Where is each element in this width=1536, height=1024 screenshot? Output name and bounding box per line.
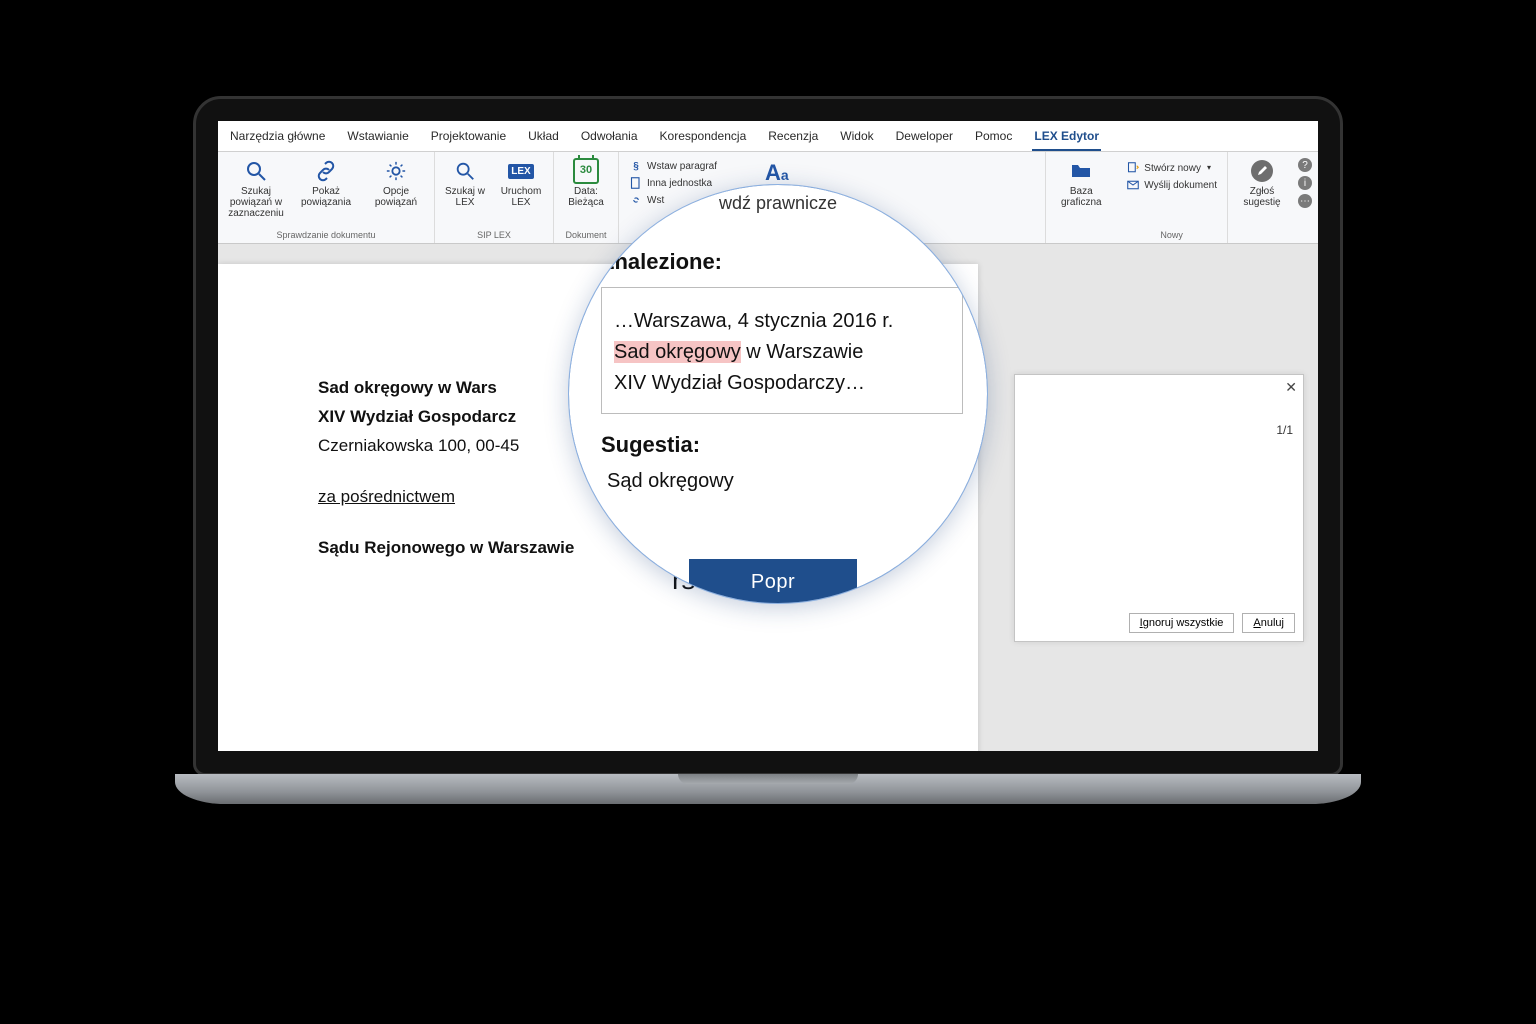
tab-wstawianie[interactable]: Wstawianie [345,125,410,151]
help-icon[interactable]: ? [1298,158,1312,172]
folder-icon [1068,158,1094,184]
link-icon [313,158,339,184]
btn-szukaj-powiazan-label: Szukaj powiązań w zaznaczeniu [226,186,286,219]
btn-uruchom-lex[interactable]: LEX Uruchom LEX [495,156,547,210]
btn-inna-jednostka-label: Inna jednostka [647,178,712,189]
info-icon[interactable]: i [1298,176,1312,190]
magnifier-header-fragment: wdź prawnicze [568,193,988,214]
btn-opcje-powiazan-label: Opcje powiązań [366,186,426,208]
magnifier-overlay: wdź prawnicze Znalezione: …Warszawa, 4 s… [568,184,988,604]
btn-anuluj[interactable]: Anuluj [1242,613,1295,633]
correction-count: 1/1 [1276,423,1293,437]
laptop-mockup: Narzędzia główne Wstawianie Projektowani… [175,96,1361,816]
btn-pokaz-powiazania-label: Pokaż powiązania [296,186,356,208]
group-label-nowy: Nowy [1160,228,1183,241]
btn-ignoruj-wszystkie[interactable]: Ignoruj wszystkie [1129,613,1235,633]
group-label-sprawdzanie: Sprawdzanie dokumentu [276,228,375,241]
highlighted-error: Sad okręgowy [614,341,741,363]
btn-baza-graficzna-label: Baza graficzna [1053,186,1109,208]
context-line-2: Sad okręgowy w Warszawie [614,337,950,368]
paragraph-icon: § [629,159,643,173]
ribbon-tabs: Narzędzia główne Wstawianie Projektowani… [218,121,1318,152]
znalezione-context-box: …Warszawa, 4 stycznia 2016 r. Sad okręgo… [601,287,963,414]
tab-pomoc[interactable]: Pomoc [973,125,1014,151]
tab-deweloper[interactable]: Deweloper [894,125,955,151]
ribbon-group-sprawdzanie: Szukaj powiązań w zaznaczeniu Pokaż powi… [218,152,435,243]
tab-widok[interactable]: Widok [838,125,875,151]
search-icon [452,158,478,184]
tab-odwolania[interactable]: Odwołania [579,125,640,151]
btn-wstaw-paragraf-label: Wstaw paragraf [647,161,717,172]
context-line-1: …Warszawa, 4 stycznia 2016 r. [614,306,950,337]
sugestia-label: Sugestia: [601,432,963,458]
znalezione-label: Znalezione: [601,249,963,275]
tab-lex-edytor[interactable]: LEX Edytor [1032,125,1101,151]
btn-uruchom-lex-label: Uruchom LEX [497,186,545,208]
sugestia-value: Sąd okręgowy [601,470,963,493]
correction-panel: ✕ 1/1 Ignoruj wszystkie Anuluj [1014,374,1304,642]
ribbon-group-nowy: Stwórz nowy ▾ Wyślij dokument Nowy [1116,152,1228,243]
btn-wyslij-dokument[interactable]: Wyślij dokument [1122,177,1221,193]
ribbon-group-sugestie: Zgłoś sugestię [1228,152,1296,243]
btn-wstaw-paragraf[interactable]: § Wstaw paragraf [625,158,721,174]
btn-wyslij-dokument-label: Wyślij dokument [1144,180,1217,191]
btn-inna-jednostka[interactable]: Inna jednostka [625,175,721,191]
tab-projektowanie[interactable]: Projektowanie [429,125,508,151]
btn-zglos-sugestie[interactable]: Zgłoś sugestię [1234,156,1290,210]
tab-narzedzia[interactable]: Narzędzia główne [228,125,327,151]
font-style-icon[interactable]: Aa [765,156,789,186]
ribbon-group-baza: Baza graficzna [1046,152,1116,243]
chevron-down-icon: ▾ [1207,164,1211,173]
calendar-icon: 30 [573,158,599,184]
btn-szukaj-powiazan[interactable]: Szukaj powiązań w zaznaczeniu [224,156,288,221]
ribbon-group-siplex: Szukaj w LEX LEX Uruchom LEX SIP LEX [435,152,554,243]
lex-logo-icon: LEX [508,158,534,184]
ribbon-help-column: ? i ⋯ [1296,152,1318,243]
mail-icon [1126,178,1140,192]
document-icon [629,176,643,190]
tab-uklad[interactable]: Układ [526,125,561,151]
link-gear-icon [383,158,409,184]
laptop-screen-bezel: Narzędzia główne Wstawianie Projektowani… [193,96,1343,776]
search-icon [243,158,269,184]
btn-opcje-powiazan[interactable]: Opcje powiązań [364,156,428,210]
btn-stworz-nowy-label: Stwórz nowy [1144,163,1201,174]
close-icon[interactable]: ✕ [1285,379,1297,396]
btn-szukaj-w-lex-label: Szukaj w LEX [443,186,487,208]
word-app-window: Narzędzia główne Wstawianie Projektowani… [218,121,1318,751]
new-document-icon [1126,161,1140,175]
group-label-dokument: Dokument [565,228,606,241]
btn-baza-graficzna[interactable]: Baza graficzna [1051,156,1111,210]
tab-recenzja[interactable]: Recenzja [766,125,820,151]
laptop-base [175,774,1361,804]
tab-korespondencja[interactable]: Korespondencja [658,125,749,151]
btn-popraw[interactable]: Popr [689,559,857,604]
group-label-siplex: SIP LEX [477,228,511,241]
context-line-3: XIV Wydział Gospodarczy… [614,368,950,399]
pencil-circle-icon [1249,158,1275,184]
btn-zglos-sugestie-label: Zgłoś sugestię [1236,186,1288,208]
btn-pokaz-powiazania[interactable]: Pokaż powiązania [294,156,358,210]
settings-dot-icon[interactable]: ⋯ [1298,194,1312,208]
btn-szukaj-w-lex[interactable]: Szukaj w LEX [441,156,489,210]
document-area: Sad okręgowy w Wars XIV Wydział Gospodar… [218,244,1318,751]
btn-stworz-nowy[interactable]: Stwórz nowy ▾ [1122,160,1221,176]
